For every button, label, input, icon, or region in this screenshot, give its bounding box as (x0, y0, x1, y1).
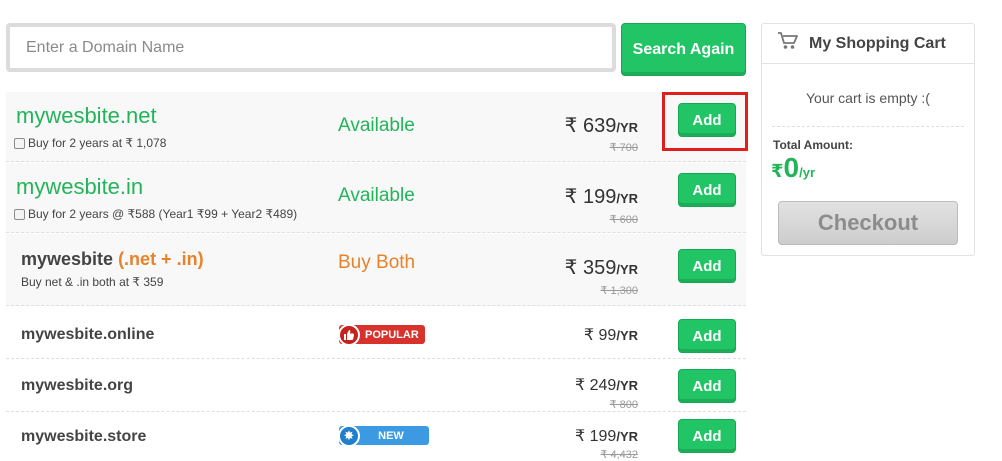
multi-year-option-label: Buy for 2 years at ₹ 1,078 (28, 136, 167, 150)
price-per: /YR (616, 429, 638, 444)
multi-year-option: Buy for 2 years at ₹ 1,078 (14, 136, 166, 150)
thumbs-up-icon (338, 323, 360, 346)
price-per: /YR (616, 120, 638, 135)
add-button[interactable]: Add (678, 419, 736, 453)
price: ₹ 99/YR (584, 325, 638, 345)
price: ₹ 199/YR (565, 184, 638, 209)
shopping-cart-icon (777, 31, 799, 56)
checkout-button[interactable]: Checkout (778, 201, 958, 245)
shopping-cart-panel: My Shopping Cart Your cart is empty :( T… (761, 23, 975, 256)
availability-status: Available (338, 185, 415, 206)
combo-option-label: Buy net & .in both at ₹ 359 (21, 275, 164, 289)
domain-base: mywesbite (21, 249, 114, 269)
original-price: ₹ 4,432 (600, 449, 638, 461)
cart-header: My Shopping Cart (762, 24, 974, 64)
original-price: ₹ 1,300 (600, 285, 638, 297)
price: ₹ 359/YR (565, 255, 638, 280)
result-row-online: mywesbite.online POPULAR ₹ 99/YR Add (6, 307, 746, 359)
price-per: /YR (616, 378, 638, 393)
original-price: ₹ 800 (609, 399, 638, 411)
price-value: ₹ 359 (564, 257, 617, 279)
result-row-net: mywesbite.net Buy for 2 years at ₹ 1,078… (6, 92, 746, 162)
result-row-store: mywesbite.store ✸ NEW ₹ 199/YR ₹ 4,432 A… (6, 413, 746, 461)
search-again-button[interactable]: Search Again (621, 23, 746, 76)
buy-2-years-checkbox[interactable] (14, 137, 25, 149)
price-per: /YR (616, 191, 638, 206)
cart-empty-message: Your cart is empty :( (806, 90, 930, 106)
domain-name: mywesbite (.net + .in) (21, 249, 204, 270)
cart-divider (772, 126, 964, 127)
new-badge-label: NEW (378, 429, 404, 442)
domain-search-box[interactable] (6, 23, 616, 72)
buy-both-status: Buy Both (338, 252, 416, 273)
add-button[interactable]: Add (678, 249, 736, 283)
popular-badge-label: POPULAR (365, 328, 419, 341)
domain-combo: (.net + .in) (118, 249, 204, 269)
total-amount-value: 0 (783, 152, 800, 183)
highlight-box (662, 92, 748, 151)
result-row-org: mywesbite.org ₹ 249/YR ₹ 800 Add (6, 360, 746, 412)
price-value: ₹ 639 (564, 115, 617, 137)
domain-name: mywesbite.net (16, 103, 157, 128)
new-badge: ✸ NEW (338, 424, 429, 447)
total-amount: ₹0/yr (771, 152, 815, 184)
multi-year-option: Buy for 2 years @ ₹588 (Year1 ₹99 + Year… (14, 207, 297, 221)
price-value: ₹ 249 (575, 377, 617, 394)
total-amount-label: Total Amount: (773, 138, 853, 152)
price-per: /YR (616, 328, 638, 343)
price: ₹ 199/YR (575, 426, 638, 446)
availability-status: Available (338, 115, 415, 136)
add-button[interactable]: Add (678, 173, 736, 207)
popular-badge: POPULAR (338, 323, 425, 346)
result-row-combo: mywesbite (.net + .in) Buy net & .in bot… (6, 234, 746, 306)
result-row-in: mywesbite.in Buy for 2 years @ ₹588 (Yea… (6, 163, 746, 233)
domain-name: mywesbite.in (16, 174, 144, 199)
add-button[interactable]: Add (678, 319, 736, 353)
price-value: ₹ 199 (575, 428, 617, 445)
cart-title: My Shopping Cart (809, 34, 946, 52)
domain-name: mywesbite.online (21, 326, 155, 343)
original-price: ₹ 600 (609, 214, 638, 226)
price-value: ₹ 99 (583, 327, 617, 344)
price: ₹ 249/YR (575, 375, 638, 395)
domain-name: mywesbite.org (21, 377, 134, 394)
total-amount-per: /yr (799, 165, 816, 180)
price-per: /YR (616, 262, 638, 277)
total-currency: ₹ (771, 161, 784, 181)
price: ₹ 639/YR (565, 113, 638, 138)
add-button[interactable]: Add (678, 369, 736, 403)
domain-name: mywesbite.store (21, 428, 147, 445)
sparkle-badge-icon: ✸ (338, 424, 360, 447)
multi-year-option-label: Buy for 2 years @ ₹588 (Year1 ₹99 + Year… (28, 207, 298, 221)
price-value: ₹ 199 (564, 186, 617, 208)
domain-search-input[interactable] (26, 27, 612, 68)
original-price: ₹ 700 (609, 142, 638, 154)
buy-2-years-checkbox[interactable] (14, 208, 25, 220)
